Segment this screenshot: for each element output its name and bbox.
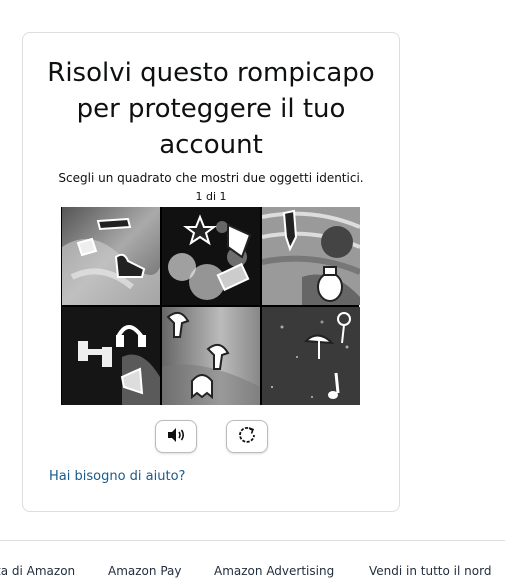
captcha-card: Risolvi questo rompicapo per proteggere … bbox=[22, 32, 400, 512]
audio-challenge-button[interactable] bbox=[155, 420, 197, 453]
speaker-icon bbox=[166, 427, 186, 447]
tile-3-image bbox=[262, 207, 360, 305]
puzzle-grid bbox=[61, 207, 360, 405]
page-title: Risolvi questo rompicapo per proteggere … bbox=[47, 58, 375, 160]
puzzle-tile-6[interactable] bbox=[262, 307, 360, 405]
reload-puzzle-button[interactable] bbox=[226, 420, 268, 453]
reload-icon bbox=[238, 426, 256, 448]
help-link[interactable]: Hai bisogno di aiuto? bbox=[49, 469, 185, 484]
puzzle-tile-5[interactable] bbox=[162, 307, 260, 405]
tile-4-image bbox=[62, 307, 160, 405]
puzzle-counter: 1 di 1 bbox=[195, 190, 227, 203]
sneaker-icon bbox=[76, 237, 98, 257]
hat-icon bbox=[96, 217, 132, 231]
tile-5-image bbox=[162, 307, 260, 405]
puzzle-tile-3[interactable] bbox=[262, 207, 360, 305]
footer-divider bbox=[0, 540, 505, 541]
puzzle-tile-2[interactable] bbox=[162, 207, 260, 305]
puzzle-tile-1[interactable] bbox=[62, 207, 160, 305]
tile-1-image bbox=[62, 207, 160, 305]
tile-2-image bbox=[162, 207, 260, 305]
puzzle-instruction: Scegli un quadrato che mostri due oggett… bbox=[58, 171, 364, 185]
puzzle-tile-4[interactable] bbox=[62, 307, 160, 405]
ghost-icon bbox=[191, 374, 213, 400]
tile-6-image bbox=[262, 307, 360, 405]
